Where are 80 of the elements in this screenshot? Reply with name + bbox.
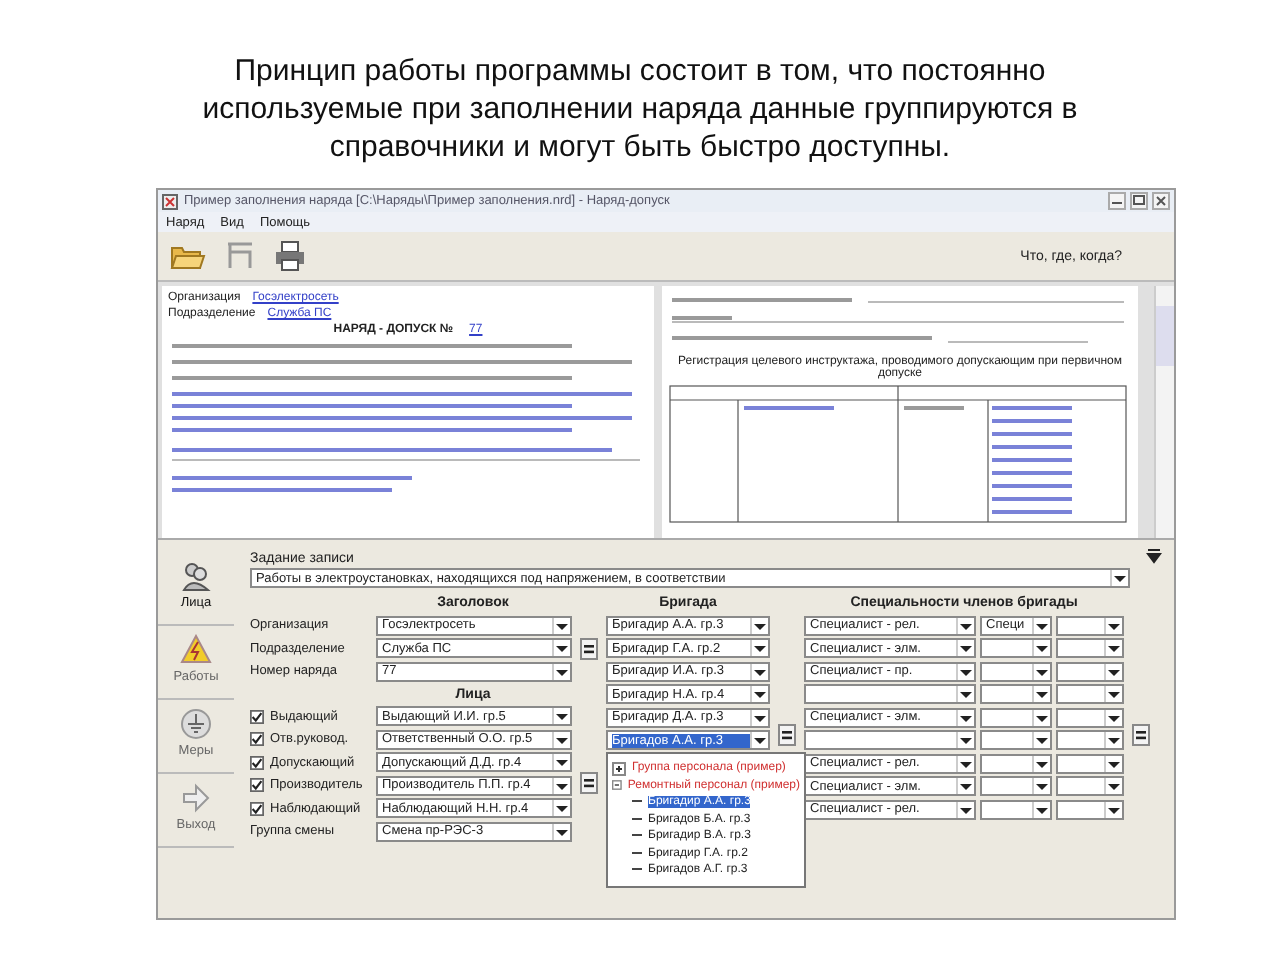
printer-icon[interactable]	[274, 240, 306, 272]
tree-line-icon	[632, 868, 642, 873]
tree-line-icon	[632, 851, 642, 856]
folder-icon[interactable]	[170, 242, 206, 270]
warning-icon	[180, 634, 212, 666]
dropdown-arrow-icon	[956, 617, 974, 634]
close-icon[interactable]	[1152, 192, 1170, 210]
dropdown-arrow-icon	[1032, 686, 1050, 703]
expand-icon[interactable]	[612, 761, 626, 776]
dropdown[interactable]	[1056, 615, 1124, 636]
dropdown-arrow-icon	[552, 663, 570, 680]
maximize-icon[interactable]	[1130, 192, 1148, 210]
dropdown-arrow-icon	[552, 731, 570, 748]
dropdown-arrow-icon	[1104, 732, 1122, 749]
dropdown-arrow-icon	[1032, 709, 1050, 726]
dropdown-arrow-icon	[1104, 801, 1122, 818]
dropdown[interactable]	[1056, 753, 1124, 774]
dropdown-arrow-icon	[750, 663, 768, 680]
tree-line-icon	[632, 817, 642, 822]
dropdown-arrow-icon	[750, 640, 768, 657]
dropdown-arrow-icon	[1032, 732, 1050, 749]
dropdown-arrow-icon	[1032, 778, 1050, 795]
checkbox[interactable]	[250, 755, 264, 770]
dropdown-arrow-icon	[552, 777, 570, 794]
checkbox[interactable]	[250, 778, 264, 793]
dropdown-arrow-icon	[1032, 801, 1050, 818]
dropdown[interactable]	[1056, 776, 1124, 797]
dropdown-arrow-icon	[1110, 570, 1128, 586]
dropdown-arrow-icon	[1104, 663, 1122, 680]
dropdown-arrow-icon	[1104, 617, 1122, 634]
tree-line-icon	[632, 800, 642, 805]
dropdown[interactable]	[1056, 707, 1124, 728]
dropdown-arrow-icon	[750, 732, 768, 749]
dropdown-arrow-icon	[956, 663, 974, 680]
dropdown-arrow-icon	[1032, 663, 1050, 680]
dropdown-arrow-icon	[956, 709, 974, 726]
dropdown-arrow-icon	[956, 686, 974, 703]
minimize-icon[interactable]	[1108, 192, 1126, 210]
arrow-right-icon	[180, 782, 212, 814]
scrollbar[interactable]	[1154, 286, 1174, 538]
checkbox[interactable]	[250, 801, 264, 816]
dropdown-arrow-icon	[1104, 778, 1122, 795]
equals-icon[interactable]	[580, 772, 598, 794]
dropdown-arrow-icon	[1104, 686, 1122, 703]
pin-icon[interactable]	[1146, 548, 1162, 564]
dropdown[interactable]	[1056, 638, 1124, 659]
tree-line-icon	[632, 834, 642, 839]
dropdown-arrow-icon	[552, 708, 570, 725]
dropdown-arrow-icon	[750, 686, 768, 703]
dropdown-arrow-icon	[552, 800, 570, 817]
dropdown-arrow-icon	[1032, 640, 1050, 657]
dropdown[interactable]	[1056, 684, 1124, 705]
dropdown-arrow-icon	[750, 617, 768, 634]
dropdown-arrow-icon	[552, 754, 570, 771]
dropdown[interactable]	[1056, 730, 1124, 751]
equals-icon[interactable]	[778, 724, 796, 746]
people-icon	[180, 560, 212, 592]
dropdown-arrow-icon	[552, 823, 570, 840]
dropdown-arrow-icon	[750, 709, 768, 726]
collapse-icon[interactable]	[612, 778, 622, 793]
checkbox[interactable]	[250, 732, 264, 747]
dropdown-arrow-icon	[552, 617, 570, 634]
dropdown-arrow-icon	[956, 755, 974, 772]
dropdown-arrow-icon	[956, 778, 974, 795]
equals-icon[interactable]	[580, 638, 598, 660]
dropdown-arrow-icon	[552, 640, 570, 657]
dropdown-arrow-icon	[1104, 640, 1122, 657]
dropdown[interactable]	[1056, 661, 1124, 682]
dropdown-arrow-icon	[956, 732, 974, 749]
dropdown-arrow-icon	[1032, 755, 1050, 772]
checkbox[interactable]	[250, 709, 264, 724]
dropdown-arrow-icon	[1104, 755, 1122, 772]
ground-sign-icon	[180, 708, 212, 740]
dropdown-arrow-icon	[1032, 617, 1050, 634]
slide-title: Принцип работы программы состоит в том, что постоянно используемые при заполнении наряда данные группируются в справочники и могут быть быстро доступны.	[200, 52, 1080, 168]
dropdown[interactable]	[1056, 799, 1124, 820]
dropdown-arrow-icon	[1104, 709, 1122, 726]
equals-icon[interactable]	[1132, 724, 1150, 746]
dropdown-arrow-icon	[956, 640, 974, 657]
dropdown-arrow-icon	[956, 801, 974, 818]
